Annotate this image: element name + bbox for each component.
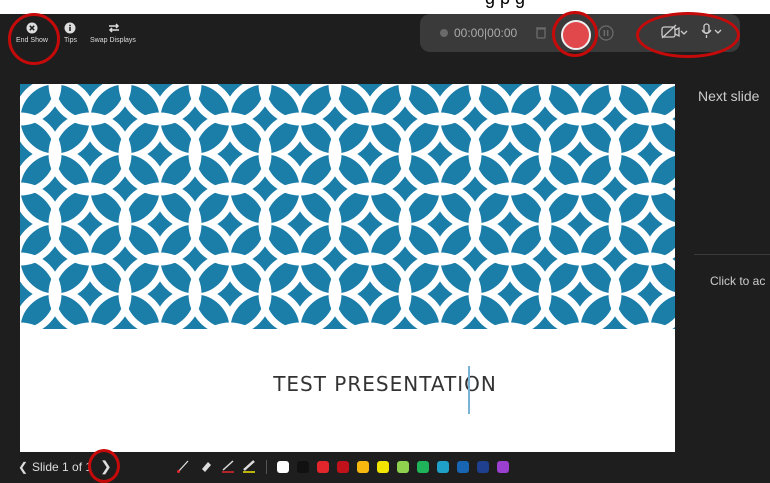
swap-displays-button[interactable]: Swap Displays [90, 22, 136, 44]
color-swatch[interactable] [337, 461, 349, 473]
next-slide-label: Next slide [698, 88, 760, 104]
current-slide[interactable] [20, 84, 675, 452]
color-swatch[interactable] [477, 461, 489, 473]
next-slide-panel: Next slide Click to ac [684, 66, 770, 483]
annotation-circle [8, 13, 60, 65]
presenter-view: g p g End Show Tips Swap Displays 00:00|… [0, 0, 770, 483]
annotation-circle [552, 11, 598, 57]
color-swatch[interactable] [397, 461, 409, 473]
eraser-icon[interactable] [199, 459, 213, 478]
swap-icon [107, 22, 119, 34]
laser-pointer-icon[interactable] [176, 459, 190, 478]
color-swatch[interactable] [437, 461, 449, 473]
caption-fragment: g p g [0, 0, 770, 15]
color-swatch[interactable] [297, 461, 309, 473]
highlighter-icon[interactable] [242, 459, 256, 478]
notes-placeholder[interactable]: Click to ac [710, 274, 765, 288]
record-status-icon [440, 29, 448, 37]
color-swatch[interactable] [417, 461, 429, 473]
tips-label: Tips [64, 37, 77, 44]
slide-title: TEST PRESENTATION [273, 372, 497, 396]
color-swatch[interactable] [457, 461, 469, 473]
color-swatch[interactable] [497, 461, 509, 473]
color-swatch[interactable] [277, 461, 289, 473]
color-swatch[interactable] [317, 461, 329, 473]
toolbar-divider [266, 460, 267, 474]
swap-displays-label: Swap Displays [90, 37, 136, 44]
panel-divider [694, 254, 770, 255]
recording-timer: 00:00|00:00 [440, 26, 517, 40]
pen-icon[interactable] [221, 459, 235, 478]
color-swatch[interactable] [357, 461, 369, 473]
slide-counter: Slide 1 of 1 [32, 460, 90, 474]
tips-button[interactable]: Tips [64, 22, 77, 44]
previous-slide-icon[interactable]: ❮ [18, 460, 28, 474]
annotation-circle [636, 12, 740, 58]
pause-icon[interactable] [598, 25, 614, 46]
trash-icon[interactable] [535, 25, 547, 44]
slide-pattern-image [20, 84, 675, 329]
color-swatch[interactable] [377, 461, 389, 473]
info-icon [64, 22, 76, 34]
text-cursor [468, 366, 470, 414]
annotation-circle [88, 449, 120, 483]
